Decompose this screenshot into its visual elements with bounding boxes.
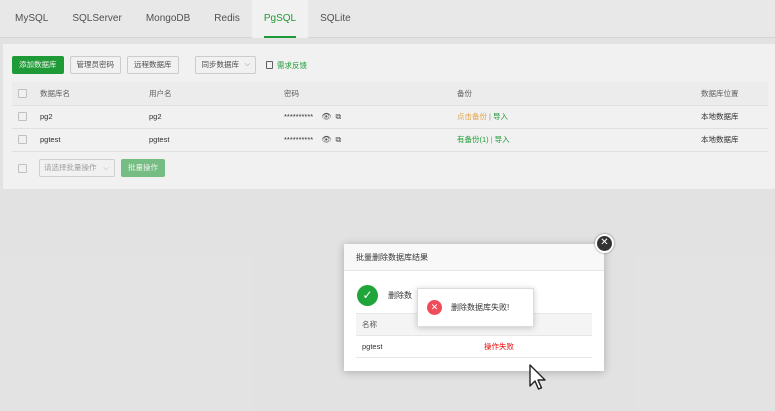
error-icon: ✕ xyxy=(427,300,442,315)
close-icon[interactable]: ✕ xyxy=(595,234,614,253)
result-status: 操作失败 xyxy=(478,335,592,358)
mouse-cursor-icon xyxy=(529,364,546,390)
result-summary: ✓ 删除数 xyxy=(357,285,412,306)
error-toast: ✕ 删除数据库失败! xyxy=(417,288,534,327)
dialog-title: 批量删除数据库结果 xyxy=(344,244,604,271)
toast-message: 删除数据库失败! xyxy=(451,303,510,312)
table-row: pgtest 操作失败 xyxy=(356,335,592,358)
summary-text: 删除数 xyxy=(388,291,412,300)
check-icon: ✓ xyxy=(357,285,378,306)
result-db-name: pgtest xyxy=(356,335,478,358)
